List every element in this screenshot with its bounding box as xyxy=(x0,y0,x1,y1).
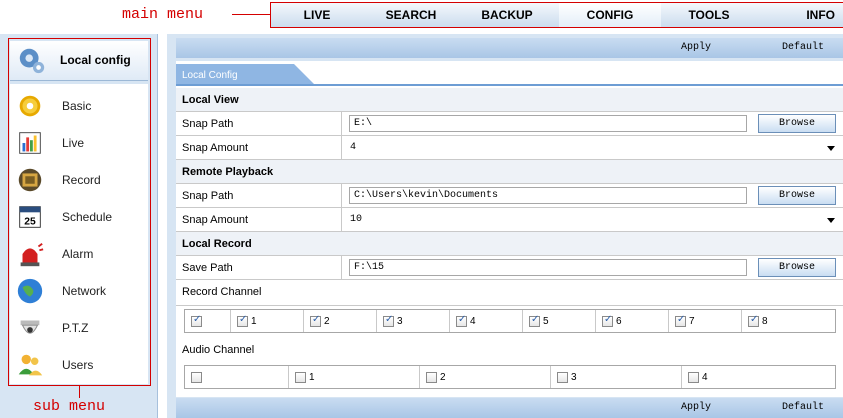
section-local-view: Local View xyxy=(176,88,843,112)
remote-snap-path-input[interactable]: C:\Users\kevin\Documents xyxy=(349,187,747,204)
channel-checkbox[interactable] xyxy=(557,372,568,383)
default-button-top[interactable]: Default xyxy=(782,42,824,53)
channel-label: 8 xyxy=(762,316,768,327)
section-title: Local View xyxy=(182,94,239,106)
default-button-bottom[interactable]: Default xyxy=(782,402,824,413)
channel-cell: 6 xyxy=(596,310,669,332)
channel-label: 7 xyxy=(689,316,695,327)
apply-button-top[interactable]: Apply xyxy=(681,42,711,53)
channel-label: 3 xyxy=(397,316,403,327)
section-local-record: Local Record xyxy=(176,232,843,256)
channel-label: 4 xyxy=(702,372,708,383)
row-remote-snap-amount: Snap Amount 10 xyxy=(176,208,843,232)
tab-local-config[interactable]: Local Config xyxy=(176,64,314,84)
main-menu-annotation: main menu xyxy=(122,6,204,23)
browse-button-local-snap[interactable]: Browse xyxy=(758,114,836,133)
field-label: Snap Amount xyxy=(182,214,249,226)
channel-checkbox[interactable] xyxy=(688,372,699,383)
tab-underline xyxy=(176,84,843,86)
section-title: Local Record xyxy=(182,238,252,250)
menu-tools[interactable]: TOOLS xyxy=(661,3,757,27)
main-menu-annotation-line xyxy=(232,14,270,15)
channel-label: 2 xyxy=(440,372,446,383)
field-label: Audio Channel xyxy=(182,344,255,356)
menu-config[interactable]: CONFIG xyxy=(559,3,661,27)
channel-label: 3 xyxy=(571,372,577,383)
bottom-action-bar: Apply Default xyxy=(176,398,843,418)
menu-backup[interactable]: BACKUP xyxy=(459,3,555,27)
channel-label: 4 xyxy=(470,316,476,327)
channel-cell: 1 xyxy=(289,366,420,388)
channel-label: 6 xyxy=(616,316,622,327)
channel-cell: 3 xyxy=(551,366,682,388)
channel-checkbox[interactable] xyxy=(295,372,306,383)
field-label: Record Channel xyxy=(182,286,262,298)
channel-cell xyxy=(185,310,231,332)
chevron-down-icon[interactable] xyxy=(827,146,835,151)
channel-cell: 2 xyxy=(304,310,377,332)
sub-menu-annotation: sub menu xyxy=(33,398,106,415)
chevron-down-icon[interactable] xyxy=(827,218,835,223)
channel-checkbox[interactable] xyxy=(237,314,248,327)
menu-live[interactable]: LIVE xyxy=(271,3,363,27)
sub-menu-annotation-line xyxy=(79,386,80,398)
local-snap-path-input[interactable]: E:\ xyxy=(349,115,747,132)
row-audio-channel-label: Audio Channel xyxy=(176,338,843,364)
channel-cell: 7 xyxy=(669,310,742,332)
record-channel-checkboxes: 1 2 3 4 5 6 7 8 xyxy=(176,306,843,338)
section-remote-playback: Remote Playback xyxy=(176,160,843,184)
channel-cell: 3 xyxy=(377,310,450,332)
channel-cell: 1 xyxy=(231,310,304,332)
channel-cell: 2 xyxy=(420,366,551,388)
top-action-bar: Apply Default xyxy=(176,38,843,58)
local-snap-amount-select[interactable]: 4 xyxy=(350,142,356,153)
channel-checkbox[interactable] xyxy=(191,372,202,383)
audio-channel-group: 1 2 3 4 xyxy=(184,365,836,389)
record-channel-group: 1 2 3 4 5 6 7 8 xyxy=(184,309,836,333)
channel-checkbox[interactable] xyxy=(602,314,613,327)
channel-label: 1 xyxy=(251,316,257,327)
browse-button-remote-snap[interactable]: Browse xyxy=(758,186,836,205)
row-local-snap-path: Snap Path E:\ Browse xyxy=(176,112,843,136)
channel-checkbox[interactable] xyxy=(191,314,202,327)
apply-button-bottom[interactable]: Apply xyxy=(681,402,711,413)
menu-search[interactable]: SEARCH xyxy=(363,3,459,27)
row-local-snap-amount: Snap Amount 4 xyxy=(176,136,843,160)
channel-label: 1 xyxy=(309,372,315,383)
channel-cell: 4 xyxy=(682,366,813,388)
save-path-input[interactable]: F:\15 xyxy=(349,259,747,276)
channel-checkbox[interactable] xyxy=(456,314,467,327)
browse-button-save-path[interactable]: Browse xyxy=(758,258,836,277)
channel-checkbox[interactable] xyxy=(675,314,686,327)
channel-checkbox[interactable] xyxy=(383,314,394,327)
field-label: Snap Path xyxy=(182,190,234,202)
channel-cell: 5 xyxy=(523,310,596,332)
section-title: Remote Playback xyxy=(182,166,274,178)
row-save-path: Save Path F:\15 Browse xyxy=(176,256,843,280)
channel-checkbox[interactable] xyxy=(748,314,759,327)
channel-checkbox[interactable] xyxy=(310,314,321,327)
field-label: Snap Path xyxy=(182,118,234,130)
sidebar-highlight xyxy=(8,38,151,386)
audio-channel-checkboxes: 1 2 3 4 xyxy=(176,362,843,394)
remote-snap-amount-select[interactable]: 10 xyxy=(350,214,362,225)
row-record-channel-label: Record Channel xyxy=(176,280,843,306)
channel-checkbox[interactable] xyxy=(426,372,437,383)
menu-info[interactable]: INFO xyxy=(757,3,843,27)
row-remote-snap-path: Snap Path C:\Users\kevin\Documents Brows… xyxy=(176,184,843,208)
channel-cell: 4 xyxy=(450,310,523,332)
channel-cell: 8 xyxy=(742,310,815,332)
svg-text:Local Config: Local Config xyxy=(182,70,238,81)
channel-label: 5 xyxy=(543,316,549,327)
channel-checkbox[interactable] xyxy=(529,314,540,327)
field-label: Snap Amount xyxy=(182,142,249,154)
channel-cell xyxy=(185,366,289,388)
main-menu: LIVE SEARCH BACKUP CONFIG TOOLS INFO xyxy=(270,2,843,28)
channel-label: 2 xyxy=(324,316,330,327)
field-label: Save Path xyxy=(182,262,233,274)
